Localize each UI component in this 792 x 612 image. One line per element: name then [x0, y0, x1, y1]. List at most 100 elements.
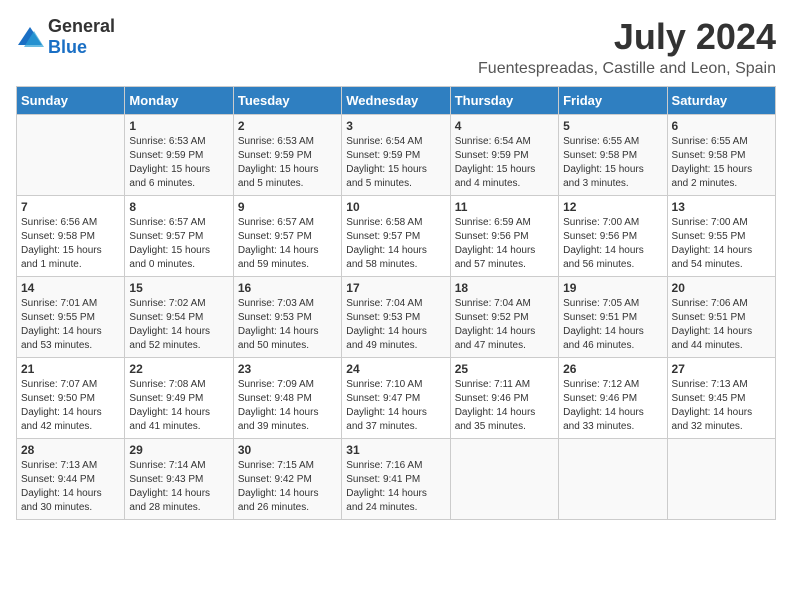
day-number: 28 [21, 443, 120, 457]
calendar-cell-w2-d0: 14 Sunrise: 7:01 AMSunset: 9:55 PMDayligh… [17, 277, 125, 358]
calendar-week-1: 7Sunrise: 6:56 AMSunset: 9:58 PMDaylight… [17, 196, 776, 277]
cell-info: Sunrise: 6:55 AMSunset: 9:58 PMDaylight:… [563, 135, 662, 191]
day-number: 29 [129, 443, 228, 457]
calendar-cell-w4-d6 [667, 439, 775, 520]
logo-blue: Blue [48, 37, 87, 57]
cell-info: Sunrise: 6:54 AMSunset: 9:59 PMDaylight:… [346, 135, 445, 191]
cell-info: Sunrise: 7:14 AMSunset: 9:43 PMDaylight:… [129, 459, 228, 515]
calendar-cell-w2-d4: 18 Sunrise: 7:04 AMSunset: 9:52 PMDayligh… [450, 277, 558, 358]
main-title: July 2024 [478, 16, 776, 58]
cell-info: Sunrise: 7:01 AMSunset: 9:55 PMDaylight:… [21, 297, 120, 353]
cell-info: Sunrise: 7:09 AMSunset: 9:48 PMDaylight:… [238, 378, 337, 434]
calendar-week-0: 1Sunrise: 6:53 AMSunset: 9:59 PMDaylight… [17, 115, 776, 196]
day-number: 3 [346, 119, 445, 133]
cell-info: Sunrise: 6:59 AMSunset: 9:56 PMDaylight:… [455, 216, 554, 272]
cell-info: Sunrise: 7:15 AMSunset: 9:42 PMDaylight:… [238, 459, 337, 515]
calendar-cell-w4-d5 [559, 439, 667, 520]
calendar-cell-w0-d4: 4 Sunrise: 6:54 AMSunset: 9:59 PMDaylight… [450, 115, 558, 196]
cell-info: Sunrise: 7:06 AMSunset: 9:51 PMDaylight:… [672, 297, 771, 353]
day-number: 19 [563, 281, 662, 295]
calendar-cell-w1-d3: 10Sunrise: 6:58 AMSunset: 9:57 PMDayligh… [342, 196, 450, 277]
calendar-cell-w2-d1: 15 Sunrise: 7:02 AMSunset: 9:54 PMDayligh… [125, 277, 233, 358]
cell-info: Sunrise: 7:00 AMSunset: 9:56 PMDaylight:… [563, 216, 662, 272]
calendar-cell-w4-d2: 30 Sunrise: 7:15 AMSunset: 9:42 PMDayligh… [233, 439, 341, 520]
calendar-cell-w2-d5: 19 Sunrise: 7:05 AMSunset: 9:51 PMDayligh… [559, 277, 667, 358]
calendar-cell-w3-d2: 23 Sunrise: 7:09 AMSunset: 9:48 PMDayligh… [233, 358, 341, 439]
calendar-cell-w4-d0: 28Sunrise: 7:13 AMSunset: 9:44 PMDayligh… [17, 439, 125, 520]
header-wednesday: Wednesday [342, 87, 450, 115]
day-number: 15 [129, 281, 228, 295]
cell-info: Sunrise: 7:05 AMSunset: 9:51 PMDaylight:… [563, 297, 662, 353]
day-number: 4 [455, 119, 554, 133]
calendar-cell-w1-d4: 11 Sunrise: 6:59 AMSunset: 9:56 PMDayligh… [450, 196, 558, 277]
day-number: 13 [672, 200, 771, 214]
day-number: 22 [129, 362, 228, 376]
cell-info: Sunrise: 7:04 AMSunset: 9:53 PMDaylight:… [346, 297, 445, 353]
cell-info: Sunrise: 7:04 AMSunset: 9:52 PMDaylight:… [455, 297, 554, 353]
calendar-cell-w3-d4: 25Sunrise: 7:11 AMSunset: 9:46 PMDayligh… [450, 358, 558, 439]
calendar-cell-w1-d5: 12 Sunrise: 7:00 AMSunset: 9:56 PMDayligh… [559, 196, 667, 277]
cell-info: Sunrise: 7:03 AMSunset: 9:53 PMDaylight:… [238, 297, 337, 353]
day-number: 31 [346, 443, 445, 457]
calendar-cell-w3-d5: 26Sunrise: 7:12 AMSunset: 9:46 PMDayligh… [559, 358, 667, 439]
calendar-cell-w2-d6: 20Sunrise: 7:06 AMSunset: 9:51 PMDayligh… [667, 277, 775, 358]
cell-info: Sunrise: 7:10 AMSunset: 9:47 PMDaylight:… [346, 378, 445, 434]
day-number: 16 [238, 281, 337, 295]
header-sunday: Sunday [17, 87, 125, 115]
calendar-cell-w0-d6: 6Sunrise: 6:55 AMSunset: 9:58 PMDaylight… [667, 115, 775, 196]
subtitle: Fuentespreadas, Castille and Leon, Spain [478, 60, 776, 78]
logo-text: General Blue [48, 16, 115, 58]
day-number: 7 [21, 200, 120, 214]
calendar-week-2: 14 Sunrise: 7:01 AMSunset: 9:55 PMDayligh… [17, 277, 776, 358]
cell-info: Sunrise: 7:13 AMSunset: 9:45 PMDaylight:… [672, 378, 771, 434]
logo: General Blue [16, 16, 115, 58]
day-number: 24 [346, 362, 445, 376]
calendar-cell-w0-d3: 3 Sunrise: 6:54 AMSunset: 9:59 PMDaylight… [342, 115, 450, 196]
calendar-body: 1Sunrise: 6:53 AMSunset: 9:59 PMDaylight… [17, 115, 776, 520]
day-number: 10 [346, 200, 445, 214]
cell-info: Sunrise: 7:08 AMSunset: 9:49 PMDaylight:… [129, 378, 228, 434]
calendar-cell-w1-d6: 13 Sunrise: 7:00 AMSunset: 9:55 PMDayligh… [667, 196, 775, 277]
calendar-week-4: 28Sunrise: 7:13 AMSunset: 9:44 PMDayligh… [17, 439, 776, 520]
cell-info: Sunrise: 6:55 AMSunset: 9:58 PMDaylight:… [672, 135, 771, 191]
day-number: 30 [238, 443, 337, 457]
cell-info: Sunrise: 6:57 AMSunset: 9:57 PMDaylight:… [129, 216, 228, 272]
day-number: 18 [455, 281, 554, 295]
day-number: 12 [563, 200, 662, 214]
calendar-cell-w4-d1: 29 Sunrise: 7:14 AMSunset: 9:43 PMDayligh… [125, 439, 233, 520]
day-number: 9 [238, 200, 337, 214]
cell-info: Sunrise: 7:16 AMSunset: 9:41 PMDaylight:… [346, 459, 445, 515]
header-thursday: Thursday [450, 87, 558, 115]
header: General Blue July 2024 Fuentespreadas, C… [16, 16, 776, 78]
day-number: 23 [238, 362, 337, 376]
calendar-cell-w4-d3: 31 Sunrise: 7:16 AMSunset: 9:41 PMDayligh… [342, 439, 450, 520]
calendar-cell-w3-d3: 24 Sunrise: 7:10 AMSunset: 9:47 PMDayligh… [342, 358, 450, 439]
calendar-cell-w0-d2: 2Sunrise: 6:53 AMSunset: 9:59 PMDaylight… [233, 115, 341, 196]
cell-info: Sunrise: 7:00 AMSunset: 9:55 PMDaylight:… [672, 216, 771, 272]
calendar-cell-w0-d1: 1Sunrise: 6:53 AMSunset: 9:59 PMDaylight… [125, 115, 233, 196]
day-number: 5 [563, 119, 662, 133]
calendar-cell-w3-d1: 22 Sunrise: 7:08 AMSunset: 9:49 PMDayligh… [125, 358, 233, 439]
calendar-cell-w3-d0: 21 Sunrise: 7:07 AMSunset: 9:50 PMDayligh… [17, 358, 125, 439]
calendar-cell-w1-d2: 9Sunrise: 6:57 AMSunset: 9:57 PMDaylight… [233, 196, 341, 277]
calendar-header: Sunday Monday Tuesday Wednesday Thursday… [17, 87, 776, 115]
day-number: 17 [346, 281, 445, 295]
day-number: 21 [21, 362, 120, 376]
header-friday: Friday [559, 87, 667, 115]
header-monday: Monday [125, 87, 233, 115]
title-area: July 2024 Fuentespreadas, Castille and L… [478, 16, 776, 78]
day-number: 1 [129, 119, 228, 133]
calendar-cell-w3-d6: 27Sunrise: 7:13 AMSunset: 9:45 PMDayligh… [667, 358, 775, 439]
day-number: 14 [21, 281, 120, 295]
calendar-cell-w1-d0: 7Sunrise: 6:56 AMSunset: 9:58 PMDaylight… [17, 196, 125, 277]
calendar-cell-w0-d5: 5 Sunrise: 6:55 AMSunset: 9:58 PMDaylight… [559, 115, 667, 196]
cell-info: Sunrise: 7:07 AMSunset: 9:50 PMDaylight:… [21, 378, 120, 434]
cell-info: Sunrise: 6:54 AMSunset: 9:59 PMDaylight:… [455, 135, 554, 191]
day-number: 11 [455, 200, 554, 214]
cell-info: Sunrise: 7:02 AMSunset: 9:54 PMDaylight:… [129, 297, 228, 353]
calendar-cell-w2-d3: 17 Sunrise: 7:04 AMSunset: 9:53 PMDayligh… [342, 277, 450, 358]
calendar-cell-w1-d1: 8Sunrise: 6:57 AMSunset: 9:57 PMDaylight… [125, 196, 233, 277]
header-saturday: Saturday [667, 87, 775, 115]
day-number: 25 [455, 362, 554, 376]
calendar-cell-w2-d2: 16 Sunrise: 7:03 AMSunset: 9:53 PMDayligh… [233, 277, 341, 358]
